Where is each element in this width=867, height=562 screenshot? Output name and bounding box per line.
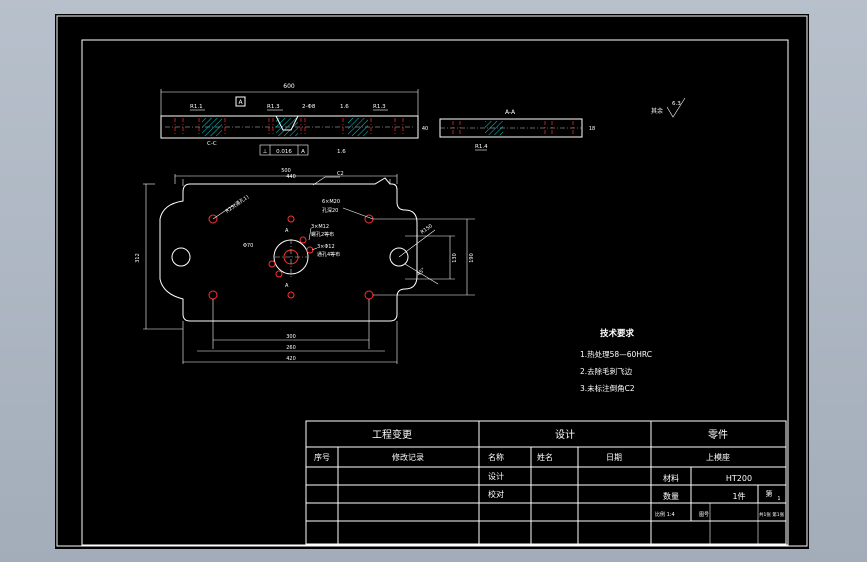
- plan-dim-right: 190: [469, 253, 475, 263]
- drawing-canvas[interactable]: 600 A R1.1 R1.3 2-Φ8 1.6 R1.3 C-C ⊥ 0.01…: [55, 14, 809, 549]
- tb-qty-label: 数量: [663, 491, 679, 501]
- plan-dim-bottom-2: 260: [286, 345, 296, 351]
- tech-item-2: 2.去除毛刺飞边: [580, 366, 633, 376]
- plan-view: 500 440 C2 312 300 260 420 190 130 R150 …: [135, 168, 475, 364]
- tb-sign: 姓名: [537, 452, 553, 462]
- center-hole-note: Φ70: [243, 243, 253, 249]
- callout-2: R1.3: [267, 104, 280, 110]
- hole-note-2b: 螺孔2等布: [311, 231, 334, 238]
- side-note: R1.4: [475, 144, 488, 150]
- datum-label: A: [238, 99, 243, 106]
- plan-dim-right-2: 130: [452, 253, 458, 263]
- front-length-dim: 600: [283, 83, 295, 90]
- hole-note-1: 6×M20: [322, 199, 340, 205]
- tb-part-name: 上模座: [706, 452, 730, 462]
- tb-page: 1: [777, 496, 780, 502]
- svg-text:⊥: ⊥: [263, 149, 268, 155]
- side-section-label: A-A: [505, 109, 516, 116]
- tb-record: 修改记录: [392, 452, 424, 462]
- side-view: A-A 40 18 R1.4: [422, 109, 595, 151]
- front-view: 600 A R1.1 R1.3 2-Φ8 1.6 R1.3 C-C ⊥ 0.01…: [160, 83, 419, 156]
- tb-engineering-change: 工程变更: [372, 428, 412, 441]
- side-height-dim: 18: [589, 126, 595, 132]
- tb-qty: 1件: [732, 491, 745, 501]
- tb-material: HT200: [726, 474, 752, 483]
- tb-part-header: 零件: [708, 429, 728, 441]
- chamfer-note: C2: [337, 171, 344, 177]
- hole-note-2: 3×M12: [311, 224, 329, 230]
- callout-5: R1.3: [373, 104, 386, 110]
- svg-text:A: A: [285, 283, 289, 289]
- callout-4: 1.6: [340, 104, 349, 110]
- tb-check: 校对: [488, 489, 504, 499]
- roughness-note: 其余 6.3: [651, 97, 686, 118]
- tb-material-label: 材料: [663, 473, 679, 483]
- tb-seq: 序号: [314, 452, 330, 462]
- svg-text:0.016: 0.016: [276, 149, 292, 155]
- tb-design-header: 设计: [555, 428, 575, 441]
- svg-text:其余: 其余: [651, 107, 663, 115]
- tb-total: 共1张 第1张: [759, 511, 785, 518]
- radius-note: R150: [420, 223, 434, 235]
- tb-page-label: 第: [766, 489, 773, 498]
- roughness-value: 1.6: [337, 149, 346, 155]
- tech-item-3: 3.未标注倒角C2: [580, 383, 635, 393]
- tb-name: 名称: [488, 452, 504, 462]
- hole-note-1b: 孔深20: [322, 207, 338, 214]
- side-thickness-dim: 40: [422, 126, 428, 132]
- svg-text:6.3: 6.3: [672, 101, 681, 107]
- tech-title: 技术要求: [600, 328, 635, 339]
- plan-dim-left: 312: [135, 253, 141, 263]
- hole-note-3b: 通孔4等布: [317, 251, 340, 258]
- tech-item-1: 1.热处理58—60HRC: [580, 349, 652, 359]
- plan-dim-bottom-3: 420: [286, 356, 296, 362]
- svg-text:A: A: [301, 149, 305, 155]
- tb-date: 日期: [606, 453, 622, 462]
- cad-window: 600 A R1.1 R1.3 2-Φ8 1.6 R1.3 C-C ⊥ 0.01…: [0, 0, 867, 562]
- title-block: 工程变更 设计 零件 序号 修改记录 名称 姓名 日期 上模座 设计 校对 材料…: [305, 420, 787, 545]
- section-mark: C-C: [207, 141, 217, 147]
- tech-requirements: 技术要求 1.热处理58—60HRC 2.去除毛刺飞边 3.未标注倒角C2: [580, 328, 652, 393]
- svg-text:A: A: [285, 228, 289, 234]
- drawing-sheet: 600 A R1.1 R1.3 2-Φ8 1.6 R1.3 C-C ⊥ 0.01…: [55, 14, 809, 549]
- tb-design: 设计: [488, 471, 504, 481]
- tb-sheet: 图号: [699, 512, 709, 518]
- hole-note-3: 3×Φ12: [317, 244, 335, 250]
- callout-3: 2-Φ8: [302, 104, 316, 110]
- plan-dim-bottom-1: 300: [286, 334, 296, 340]
- tb-scale: 比例 1:4: [655, 511, 675, 518]
- left-note: R25(通孔1): [224, 193, 250, 214]
- plan-dim-top-2: 440: [286, 174, 296, 180]
- callout-1: R1.1: [190, 104, 203, 110]
